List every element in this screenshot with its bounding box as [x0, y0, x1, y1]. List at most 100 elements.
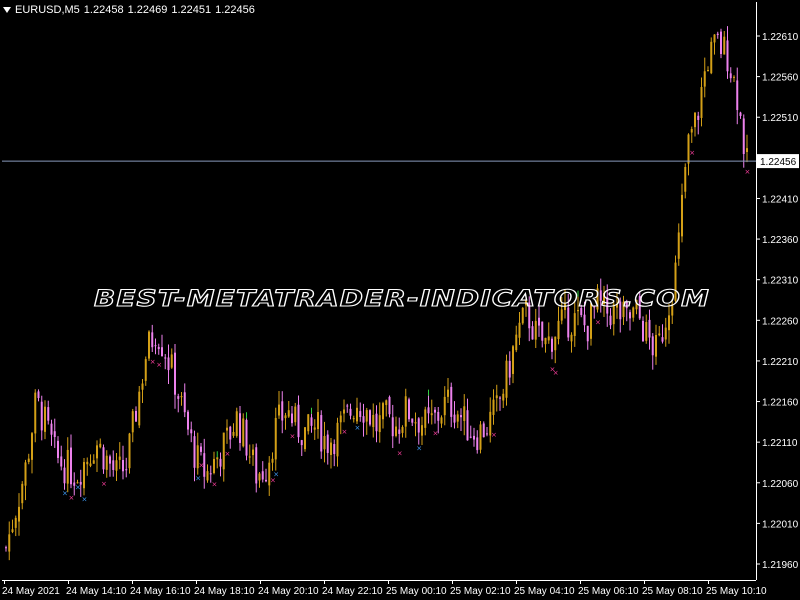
price-tick-label: 1.22110 [762, 438, 798, 449]
candle-body [664, 327, 667, 340]
candle-body [294, 406, 297, 423]
candle-body [118, 456, 121, 460]
signal-marker: × [212, 480, 218, 488]
candle-body [336, 422, 339, 457]
candle-body [356, 407, 358, 422]
candle-body [24, 462, 27, 486]
candle-body [281, 401, 284, 421]
candle-body [190, 429, 193, 434]
candle-body [135, 410, 137, 422]
candle-body [70, 447, 72, 485]
candle-body [690, 129, 693, 133]
candle-body [440, 417, 443, 424]
candle-body [742, 118, 745, 155]
time-scale[interactable]: 24 May 2021 24 May 14:10 24 May 16:10 24 Ma… [2, 580, 767, 597]
candle-body [183, 392, 186, 413]
candle-body [476, 437, 479, 451]
signal-marker: × [156, 361, 162, 369]
candle-body [14, 517, 17, 528]
candle-body [352, 418, 355, 420]
candle-body [388, 396, 391, 415]
candle-body [697, 115, 700, 120]
candle-body [157, 346, 160, 350]
candle-body [479, 424, 482, 450]
candle-body [573, 313, 576, 336]
time-tick-label: 25 May 08:10 [642, 586, 703, 597]
price-tick-label: 1.22060 [762, 479, 799, 490]
candle-body [395, 426, 397, 436]
candle-body [248, 456, 251, 458]
candle-body [131, 411, 134, 433]
candle-body [544, 337, 547, 345]
candle-body [174, 352, 176, 395]
candle-body [216, 457, 219, 460]
candle-body [645, 322, 648, 341]
candle-body [200, 446, 202, 452]
candle-body [463, 406, 466, 421]
candle-body [648, 319, 651, 338]
candle-body [31, 433, 33, 460]
candle-body [307, 414, 310, 432]
price-tick-label: 1.21960 [762, 560, 799, 571]
candle-body [99, 443, 102, 448]
candle-body [424, 409, 427, 428]
candle-body [716, 33, 719, 35]
time-tick-label: 24 May 22:10 [322, 586, 383, 597]
candle-body [372, 414, 375, 428]
candle-body [44, 406, 46, 432]
candle-body [349, 408, 352, 416]
signal-marker: × [689, 149, 695, 157]
signal-marker: × [290, 433, 296, 441]
candle-body [557, 320, 560, 340]
candle-body [408, 399, 410, 420]
price-tick-label: 1.22560 [762, 73, 799, 84]
candle-body [411, 418, 414, 423]
signal-marker: × [195, 475, 201, 483]
candle-body [50, 423, 53, 435]
signal-marker: × [273, 471, 279, 479]
candle-body [115, 460, 118, 471]
candle-body [443, 396, 446, 416]
candle-body [63, 467, 66, 484]
price-chart[interactable]: ×××××× ××××××××××××× ×××××× 1.226101.22560… [0, 0, 800, 600]
candle-body [729, 73, 732, 79]
candle-body [369, 410, 371, 425]
candle-body [300, 440, 303, 446]
time-tick-label: 24 May 16:10 [130, 586, 191, 597]
candle-body [291, 413, 293, 424]
candle-body [486, 433, 488, 435]
candle-body [297, 404, 300, 438]
candle-body [694, 112, 696, 128]
price-tick-label: 1.22410 [762, 194, 799, 205]
price-scale[interactable]: 1.22610 1.22560 1.22510 1.22410 1.22360 1.223… [756, 32, 799, 571]
candle-body [359, 411, 362, 417]
price-tick-label: 1.22160 [762, 398, 799, 409]
candle-body [330, 442, 332, 455]
candle-body [310, 417, 313, 426]
candle-body [242, 418, 245, 447]
price-tick-label: 1.22210 [762, 357, 799, 368]
candle-body [255, 447, 258, 484]
candle-body [37, 391, 40, 399]
candle-body [180, 396, 183, 398]
price-tick-label: 1.22360 [762, 235, 799, 246]
candle-body [567, 307, 570, 338]
candle-body [547, 336, 550, 341]
candle-body [167, 357, 170, 371]
time-tick-label: 24 May 18:10 [194, 586, 255, 597]
candle-body [128, 433, 131, 469]
candle-body [512, 346, 514, 374]
candle-body [164, 357, 167, 359]
candle-body [57, 440, 59, 458]
candle-body [252, 449, 254, 456]
candle-body [460, 415, 462, 418]
signal-marker: × [416, 445, 422, 453]
candle-body [375, 413, 378, 432]
candle-body [313, 427, 316, 430]
candle-body [304, 427, 306, 450]
candle-body [398, 429, 401, 434]
signal-marker: × [491, 431, 497, 439]
candle-body [733, 76, 735, 78]
candle-body [278, 404, 280, 416]
candle-body [391, 417, 394, 437]
